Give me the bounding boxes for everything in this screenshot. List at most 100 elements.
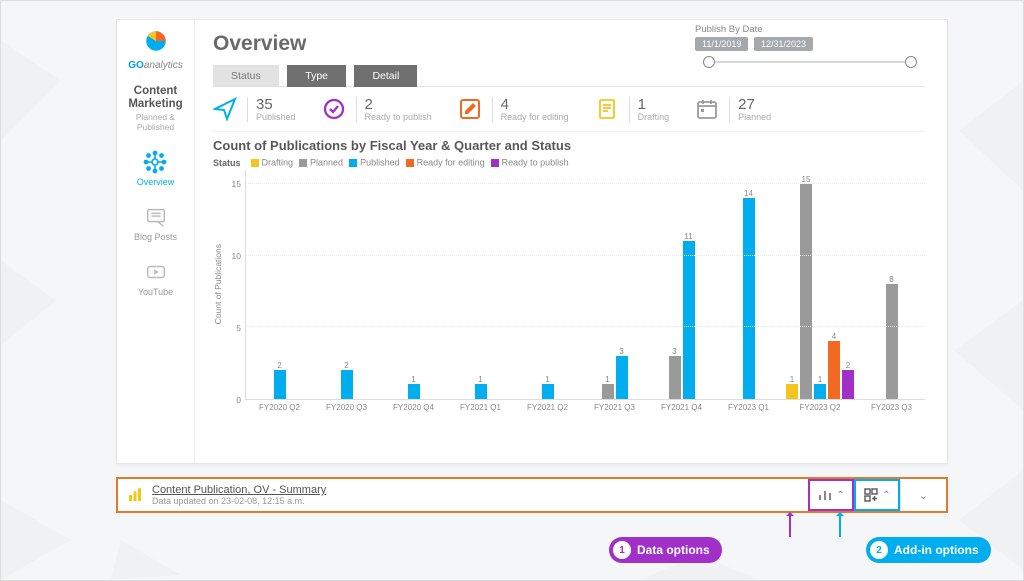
- legend-swatch: [299, 159, 307, 167]
- kpi-value: 1: [638, 97, 670, 112]
- kpi-value: 4: [501, 97, 569, 112]
- bar[interactable]: 2: [341, 370, 353, 399]
- bar-value-label: 8: [889, 275, 893, 284]
- bar-value-label: 2: [277, 361, 281, 370]
- chevron-up-icon: ⌃: [882, 490, 890, 501]
- bar[interactable]: 1: [602, 384, 614, 398]
- date-slider[interactable]: [695, 55, 925, 69]
- y-tick: 5: [236, 323, 241, 333]
- callout-arrow: [839, 513, 841, 537]
- logo-text: GOanalytics: [128, 60, 182, 71]
- bar[interactable]: 4: [828, 341, 840, 398]
- kpi-label: Planned: [738, 112, 771, 122]
- gridline: [246, 255, 925, 256]
- bar-value-label: 11: [684, 232, 692, 241]
- x-tick-label: FY2023 Q3: [858, 399, 925, 412]
- y-ticks: 051015: [223, 170, 245, 400]
- callout-label: Add-in options: [894, 543, 979, 557]
- x-tick-label: FY2023 Q2: [782, 399, 858, 412]
- bar-group: 13FY2021 Q3: [581, 170, 648, 399]
- sidebar-item-blog-posts[interactable]: Blog Posts: [134, 204, 177, 242]
- y-tick: 0: [236, 395, 241, 405]
- bar[interactable]: 15: [800, 184, 812, 399]
- bar-groups: 2FY2020 Q22FY2020 Q31FY2020 Q41FY2021 Q1…: [246, 170, 925, 399]
- kpi-value: 2: [365, 97, 432, 112]
- gridline: [246, 183, 925, 184]
- x-tick-label: FY2021 Q2: [514, 399, 581, 412]
- nav-heading: Content Marketing: [117, 85, 194, 111]
- date-from-badge[interactable]: 11/1/2019: [695, 37, 748, 51]
- bar[interactable]: 1: [475, 384, 487, 398]
- more-options-button[interactable]: ⌄: [900, 479, 946, 511]
- bar-value-label: 14: [744, 189, 753, 198]
- date-filter: Publish By Date 11/1/2019 12/31/2023: [695, 24, 925, 69]
- overview-icon: [142, 149, 168, 175]
- bar[interactable]: 2: [842, 370, 854, 399]
- x-tick-label: FY2020 Q4: [380, 399, 447, 412]
- addin-options-button[interactable]: ⌃: [854, 479, 900, 511]
- bar[interactable]: 1: [814, 384, 826, 398]
- bar[interactable]: 3: [616, 356, 628, 399]
- legend-label: Drafting: [262, 158, 294, 168]
- report-card: GOanalytics Content Marketing Planned & …: [116, 19, 948, 464]
- bar-value-label: 4: [832, 332, 836, 341]
- bar[interactable]: 2: [274, 370, 286, 399]
- x-tick-label: FY2021 Q4: [648, 399, 715, 412]
- bar-group: 311FY2021 Q4: [648, 170, 715, 399]
- tab-type[interactable]: Type: [287, 65, 346, 87]
- bar[interactable]: 1: [542, 384, 554, 398]
- bar-value-label: 1: [818, 375, 822, 384]
- kpi-label: Published: [256, 112, 296, 122]
- bar[interactable]: 1: [786, 384, 798, 398]
- bar-value-label: 2: [846, 361, 850, 370]
- check-circle-icon: [322, 97, 348, 123]
- bar-value-label: 1: [545, 375, 549, 384]
- bar[interactable]: 11: [683, 241, 695, 398]
- bar-value-label: 1: [790, 375, 794, 384]
- kpi-card: 2Ready to publish: [322, 97, 432, 123]
- tab-detail[interactable]: Detail: [354, 65, 417, 87]
- chart-title: Count of Publications by Fiscal Year & Q…: [213, 138, 925, 153]
- sidebar-item-overview[interactable]: Overview: [137, 149, 175, 187]
- sidebar: GOanalytics Content Marketing Planned & …: [117, 20, 195, 463]
- bar-value-label: 1: [478, 375, 482, 384]
- legend-swatch: [251, 159, 259, 167]
- document-icon: [595, 97, 621, 123]
- kpi-card: 27Planned: [695, 97, 771, 123]
- bar-value-label: 3: [672, 347, 676, 356]
- callout-number: 1: [613, 541, 631, 559]
- tab-status[interactable]: Status: [213, 65, 279, 87]
- sidebar-item-label: Overview: [137, 177, 175, 187]
- bottom-bar-title[interactable]: Content Publication, OV - Summary: [152, 484, 326, 496]
- calendar-icon: [695, 97, 721, 123]
- legend-swatch: [406, 159, 414, 167]
- chart-plot: 2FY2020 Q22FY2020 Q31FY2020 Q41FY2021 Q1…: [245, 170, 925, 400]
- chevron-down-icon: ⌄: [919, 489, 928, 502]
- bar-group: 1FY2020 Q4: [380, 170, 447, 399]
- bar-chart-icon: [817, 487, 833, 503]
- legend-label: Planned: [310, 158, 343, 168]
- sidebar-item-label: Blog Posts: [134, 232, 177, 242]
- bar-value-label: 1: [605, 375, 609, 384]
- legend-label: Ready to publish: [502, 158, 569, 168]
- kpi-label: Ready for editing: [501, 112, 569, 122]
- x-tick-label: FY2020 Q3: [313, 399, 380, 412]
- chart-area: Count of Publications 051015 2FY2020 Q22…: [213, 170, 925, 400]
- kpi-value: 27: [738, 97, 771, 112]
- chart-legend: StatusDraftingPlannedPublishedReady for …: [213, 157, 925, 168]
- bar[interactable]: 14: [743, 198, 755, 398]
- bar[interactable]: 3: [669, 356, 681, 399]
- sidebar-item-youtube[interactable]: YouTube: [138, 259, 173, 297]
- bottom-bar-subtitle: Data updated on 23-02-08, 12:15 a.m.: [152, 496, 326, 506]
- bar[interactable]: 1: [408, 384, 420, 398]
- paper-plane-icon: [213, 97, 239, 123]
- grid-plus-icon: [863, 487, 879, 503]
- bar-group: 1FY2021 Q2: [514, 170, 581, 399]
- callout-label: Data options: [637, 543, 710, 557]
- sidebar-item-label: YouTube: [138, 287, 173, 297]
- data-options-button[interactable]: ⌃: [808, 479, 854, 511]
- kpi-label: Drafting: [638, 112, 670, 122]
- x-tick-label: FY2023 Q1: [715, 399, 782, 412]
- date-to-badge[interactable]: 12/31/2023: [754, 37, 813, 51]
- bar[interactable]: 8: [886, 284, 898, 399]
